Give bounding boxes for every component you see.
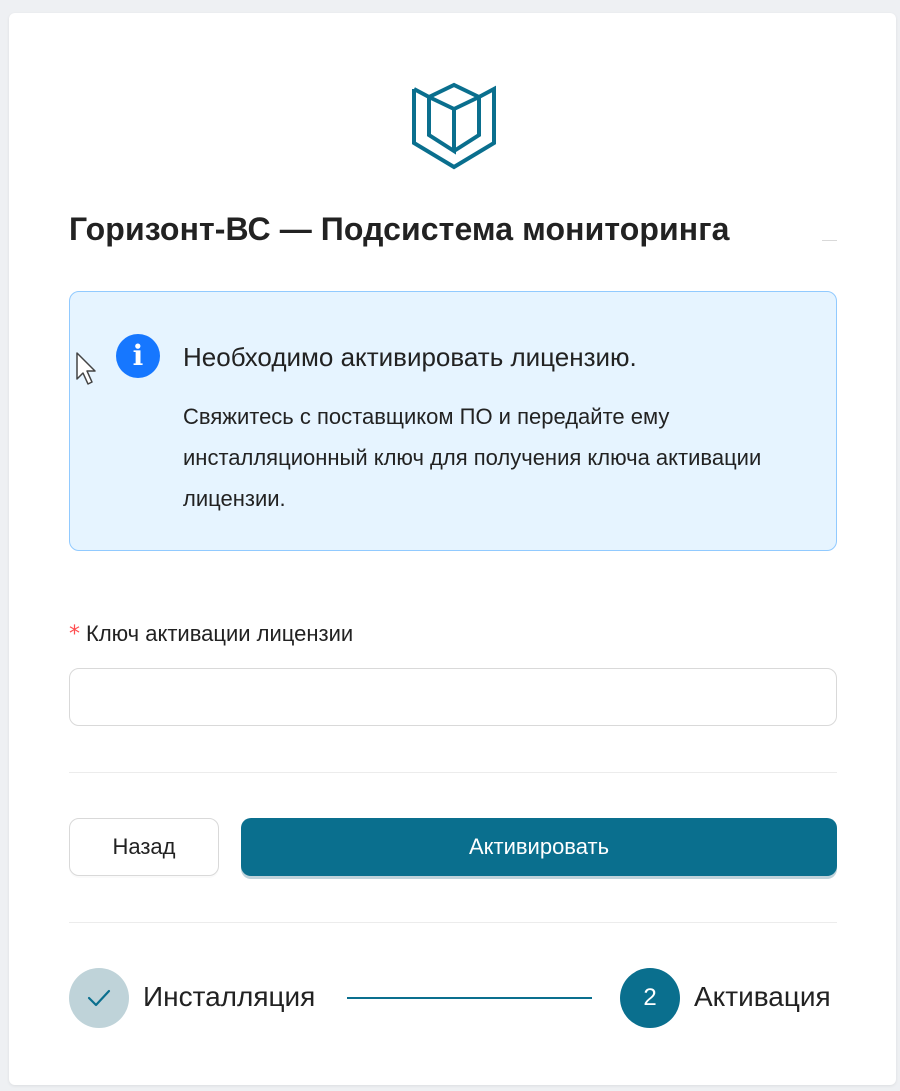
activate-button[interactable]: Активировать — [241, 818, 837, 876]
license-key-label-text: Ключ активации лицензии — [86, 621, 354, 646]
activation-card: Горизонт-ВС — Подсистема мониторинга i Н… — [9, 13, 896, 1085]
divider-bottom — [69, 922, 837, 923]
alert-title: Необходимо активировать лицензию. — [183, 342, 637, 372]
checkmark-icon — [87, 989, 111, 1007]
mouse-pointer-icon — [76, 352, 96, 385]
license-key-label: * Ключ активации лицензии — [69, 621, 353, 647]
license-alert: i Необходимо активировать лицензию. Свяж… — [69, 291, 837, 551]
step-connector — [347, 997, 592, 999]
step-installation-marker — [69, 968, 129, 1028]
step-activation-marker: 2 — [620, 968, 680, 1028]
page-title: Горизонт-ВС — Подсистема мониторинга — [69, 211, 730, 247]
divider-top — [69, 772, 837, 773]
info-icon: i — [116, 334, 160, 378]
step-installation-label: Инсталляция — [143, 981, 316, 1012]
book-shield-icon — [412, 82, 496, 170]
alert-description: Свяжитесь с поставщиком ПО и передайте е… — [183, 404, 762, 511]
license-key-input[interactable] — [69, 668, 837, 726]
back-button[interactable]: Назад — [69, 818, 219, 876]
required-mark: * — [69, 622, 80, 647]
step-activation-label: Активация — [694, 981, 831, 1012]
title-divider — [822, 240, 837, 241]
